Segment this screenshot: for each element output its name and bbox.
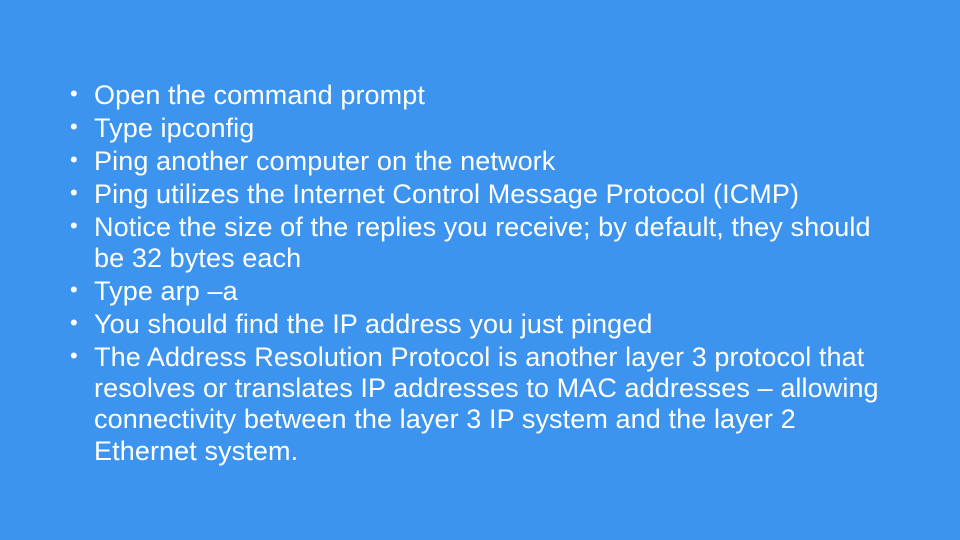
bullet-list: Open the command prompt Type ipconfig Pi… xyxy=(60,80,900,467)
list-item: You should find the IP address you just … xyxy=(60,309,900,340)
list-item: Notice the size of the replies you recei… xyxy=(60,212,900,274)
list-item: Type ipconfig xyxy=(60,113,900,144)
list-item: Ping utilizes the Internet Control Messa… xyxy=(60,179,900,210)
list-item: Type arp –a xyxy=(60,276,900,307)
list-item: The Address Resolution Protocol is anoth… xyxy=(60,342,900,466)
list-item: Ping another computer on the network xyxy=(60,146,900,177)
list-item: Open the command prompt xyxy=(60,80,900,111)
slide: Open the command prompt Type ipconfig Pi… xyxy=(0,0,960,540)
